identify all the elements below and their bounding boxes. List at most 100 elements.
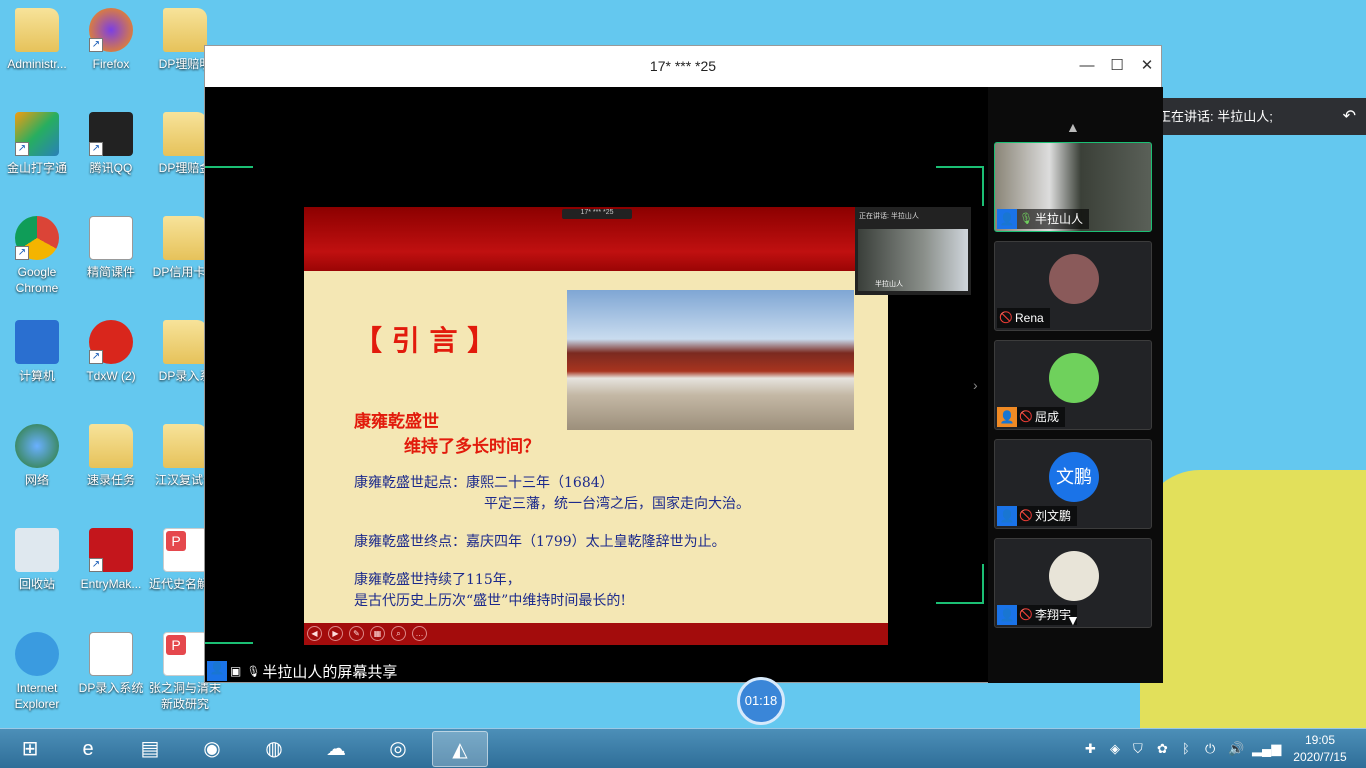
scroll-up-icon[interactable]: ▲ [1066,119,1080,135]
desktop-icon[interactable]: ↗ Firefox [74,8,148,72]
desktop-icon-label: 精简课件 [86,265,135,279]
zoom-icon[interactable]: ⌕ [391,626,406,641]
chrome-icon: ↗ [15,216,59,260]
frame-corner [936,564,984,604]
desktop-icon[interactable]: DP录入系统 [74,632,148,696]
firefox-taskbar-icon[interactable]: ◍ [246,731,302,767]
mini-speaker-video: 正在讲话: 半拉山人 半拉山人 [855,207,971,295]
entry-icon: ↗ [89,528,133,572]
flower-tray-icon[interactable]: ✿ [1157,741,1168,757]
share-screen-icon: ▣ [230,664,242,678]
clock-time: 19:05 [1304,733,1336,747]
doc-icon [89,216,133,260]
doc-icon [89,632,133,676]
folder-icon [15,8,59,52]
share-label: 半拉山人的屏幕共享 [262,663,398,681]
participant-name: Rena [1015,311,1044,325]
slide-controls: ◀ ▶ ✎ ▦ ⌕ … [304,623,888,645]
desktop-icon[interactable]: 计算机 [0,320,74,384]
maximize-button[interactable]: ☐ [1107,56,1127,76]
meeting-timer[interactable]: 01:18 [737,677,785,725]
network-icon [15,424,59,468]
desktop-icon-label: DP录入系统 [78,681,144,695]
desktop-icon[interactable]: 精简课件 [74,216,148,280]
tdx-icon: ↗ [89,320,133,364]
volume-tray-icon[interactable]: 🔊 [1228,741,1244,757]
desktop-icon[interactable]: ↗ EntryMak... [74,528,148,592]
pinwheel-tray-icon[interactable]: ✚ [1085,741,1096,757]
folder-icon [163,216,207,260]
minimize-button[interactable]: — [1077,56,1097,76]
pdf-icon [163,528,207,572]
participant-tile[interactable]: 👤 🚫 屈成 [994,340,1152,430]
desktop-icon[interactable]: ↗ 金山打字通 [0,112,74,176]
duration-line-2: 是古代历史上历次“盛世”中维持时间最长的! [354,593,626,609]
forbidden-city-photo [567,290,854,430]
slide-share-title: 17* *** *25 [562,209,632,219]
participant-avatar [1049,353,1099,403]
question-line-1: 康雍乾盛世 [354,412,439,432]
desktop-icon[interactable]: Internet Explorer [0,632,74,712]
ie-icon [15,632,59,676]
desktop-icon-label: 张之洞与清末新政研究 [148,681,221,711]
clock[interactable]: 19:05 2020/7/15 [1282,732,1358,766]
start-taskbar-icon[interactable]: ⊞ [2,731,58,767]
box-tray-icon[interactable]: ◈ [1110,741,1120,757]
desktop-icon-label: TdxW (2) [86,369,136,383]
participant-tile[interactable]: 🚫 Rena [994,241,1152,331]
desktop-icon-label: Administr... [7,57,67,71]
meeting-app-taskbar-icon[interactable]: ◭ [432,731,488,767]
more-icon[interactable]: … [412,626,427,641]
baidu-netdisk-taskbar-icon[interactable]: ☁ [308,731,364,767]
network-tray-icon[interactable]: ▂▄▆ [1252,741,1281,757]
prev-slide-icon[interactable]: ◀ [307,626,322,641]
netease-music-taskbar-icon[interactable]: ◉ [184,731,240,767]
user-icon: 👤 [997,605,1017,625]
participant-label: 🚫 Rena [997,308,1050,328]
speaking-text: 正在讲话: 半拉山人; [1158,109,1273,124]
folder-icon [89,424,133,468]
firefox-icon: ↗ [89,8,133,52]
frame-corner [205,166,253,206]
shield-tray-icon[interactable]: ⛉ [1133,741,1143,757]
desktop-icon[interactable]: Administr... [0,8,74,72]
close-button[interactable]: ✕ [1137,56,1157,76]
slides-icon[interactable]: ▦ [370,626,385,641]
recycle-icon [15,528,59,572]
wallpaper-spongebob [1140,470,1366,728]
participant-tile[interactable]: 文鹏 👤 🚫 刘文鹏 [994,439,1152,529]
pen-icon[interactable]: ✎ [349,626,364,641]
back-icon[interactable]: ↶ [1343,98,1356,135]
mic-muted-icon: 🚫 [999,312,1013,324]
next-page-arrow-icon[interactable]: › [973,377,978,393]
shortcut-arrow-icon: ↗ [89,38,103,52]
desktop-icon[interactable]: 网络 [0,424,74,488]
internet-explorer-taskbar-icon[interactable]: e [60,731,116,767]
file-explorer-taskbar-icon[interactable]: ▤ [122,731,178,767]
scroll-down-icon[interactable]: ▼ [1066,612,1080,628]
desktop-icon[interactable]: ↗ TdxW (2) [74,320,148,384]
question-line-2: 维持了多长时间？ [404,437,540,457]
computer-icon [15,320,59,364]
share-status-bar: 👤 ▣ 🎙 半拉山人的屏幕共享 [207,660,397,682]
desktop-icon[interactable]: ↗ Google Chrome [0,216,74,296]
desktop-icon[interactable]: ↗ 腾讯QQ [74,112,148,176]
mic-muted-icon: 🚫 [1019,510,1033,522]
meeting-window: 17* *** *25 — ☐ ✕ 17* *** *25 【 引 言 】 康雍… [204,45,1163,683]
next-slide-icon[interactable]: ▶ [328,626,343,641]
bluetooth-tray-icon[interactable]: ᛒ [1182,741,1190,756]
shortcut-arrow-icon: ↗ [89,142,103,156]
power-tray-icon[interactable]: ⏻ [1205,741,1215,757]
chrome-taskbar-icon[interactable]: ◎ [370,731,426,767]
app-icon: ↗ [15,112,59,156]
participant-tile[interactable]: 👤 🎙 半拉山人 [994,142,1152,232]
desktop-icon[interactable]: 回收站 [0,528,74,592]
desktop-icon-label: EntryMak... [80,577,142,591]
participant-avatar: 文鹏 [1049,452,1099,502]
desktop-icon-label: Internet Explorer [14,681,60,711]
desktop-icon[interactable]: 速录任务 [74,424,148,488]
user-icon: 👤 [997,506,1017,526]
frame-corner [936,166,984,206]
mini-name: 半拉山人 [875,281,903,288]
desktop-icon-label: 金山打字通 [6,161,67,175]
